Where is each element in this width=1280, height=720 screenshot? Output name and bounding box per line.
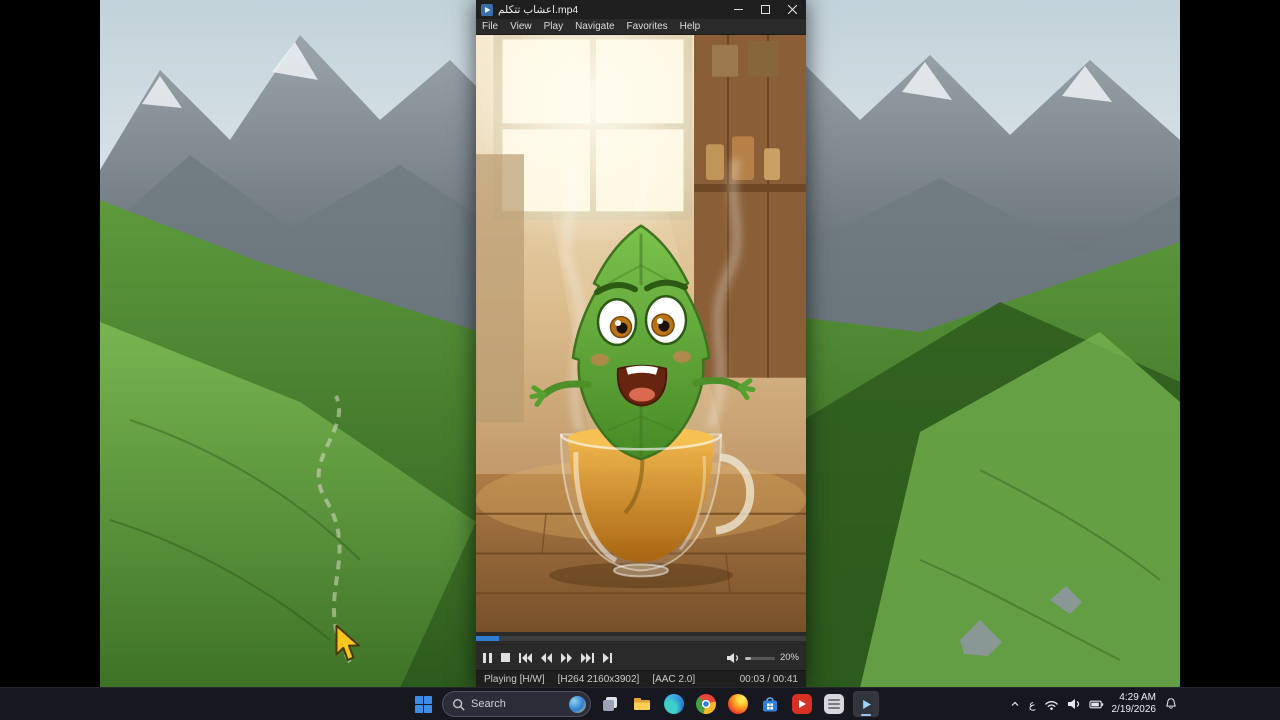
status-audio-codec: [AAC 2.0] — [652, 674, 696, 685]
stop-button[interactable] — [501, 653, 510, 662]
volume-group: 20% — [726, 652, 799, 664]
notification-icon[interactable] — [1164, 697, 1178, 711]
menu-favorites[interactable]: Favorites — [621, 21, 674, 32]
rewind-button[interactable] — [541, 652, 552, 663]
tray-volume-icon[interactable] — [1067, 698, 1081, 710]
titlebar[interactable]: اعشاب تتكلم.mp4 — [476, 0, 806, 19]
clock-date: 2/19/2026 — [1111, 704, 1157, 715]
close-button[interactable] — [779, 0, 806, 19]
status-bar: Playing [H/W] [H264 2160x3902] [AAC 2.0]… — [476, 670, 806, 688]
battery-icon[interactable] — [1088, 699, 1104, 710]
tray-chevron-up-icon[interactable] — [1009, 698, 1021, 710]
maximize-button[interactable] — [752, 0, 779, 19]
pause-button[interactable] — [483, 652, 492, 663]
task-view-icon[interactable] — [597, 691, 623, 717]
volume-slider[interactable] — [744, 653, 775, 663]
volume-icon[interactable] — [726, 652, 740, 664]
seek-bar[interactable] — [476, 632, 806, 644]
taskbar: Search ع 4:29 AM 2/19/2026 — [0, 687, 1280, 720]
menu-file[interactable]: File — [476, 21, 504, 32]
gray-app-icon[interactable] — [821, 691, 847, 717]
window-title: اعشاب تتكلم.mp4 — [498, 3, 579, 16]
chrome-icon[interactable] — [693, 691, 719, 717]
edge-icon[interactable] — [661, 691, 687, 717]
firefox-icon[interactable] — [725, 691, 751, 717]
media-player-window: اعشاب تتكلم.mp4 File View Play Navigate … — [476, 0, 806, 688]
taskbar-clock[interactable]: 4:29 AM 2/19/2026 — [1112, 692, 1157, 717]
start-button[interactable] — [410, 691, 436, 717]
language-indicator[interactable]: ع — [1029, 698, 1036, 711]
skip-forward-button[interactable] — [581, 652, 594, 663]
file-explorer-icon[interactable] — [629, 691, 655, 717]
fast-forward-button[interactable] — [561, 652, 572, 663]
store-icon[interactable] — [757, 691, 783, 717]
skip-back-button[interactable] — [519, 652, 532, 663]
video-content — [476, 35, 806, 632]
menu-bar: File View Play Navigate Favorites Help — [476, 19, 806, 35]
status-video-codec: [H264 2160x3902] — [557, 674, 640, 685]
search-icon — [453, 698, 465, 711]
menu-play[interactable]: Play — [538, 21, 569, 32]
search-box[interactable]: Search — [442, 691, 591, 717]
status-time: 00:03 / 00:41 — [739, 674, 798, 685]
search-highlight-thumb — [569, 695, 586, 713]
mpc-app-icon — [481, 3, 493, 16]
kitchen-cabinets — [694, 35, 806, 378]
desktop: اعشاب تتكلم.mp4 File View Play Navigate … — [0, 0, 1280, 720]
taskbar-apps: Search — [410, 688, 879, 720]
clock-time: 4:29 AM — [1119, 691, 1156, 703]
system-tray: ع 4:29 AM 2/19/2026 — [1009, 688, 1178, 720]
menu-help[interactable]: Help — [674, 21, 707, 32]
video-area[interactable] — [476, 35, 806, 632]
minimize-button[interactable] — [725, 0, 752, 19]
wifi-icon[interactable] — [1044, 698, 1059, 711]
mpc-hc-icon[interactable] — [853, 691, 879, 717]
menu-view[interactable]: View — [504, 21, 538, 32]
transport-controls: 20% — [476, 644, 806, 670]
status-state: Playing [H/W] — [484, 674, 545, 685]
search-label: Search — [471, 698, 506, 710]
media-red-app-icon[interactable] — [789, 691, 815, 717]
menu-navigate[interactable]: Navigate — [569, 21, 620, 32]
frame-step-button[interactable] — [603, 652, 612, 663]
volume-label: 20% — [779, 652, 799, 663]
